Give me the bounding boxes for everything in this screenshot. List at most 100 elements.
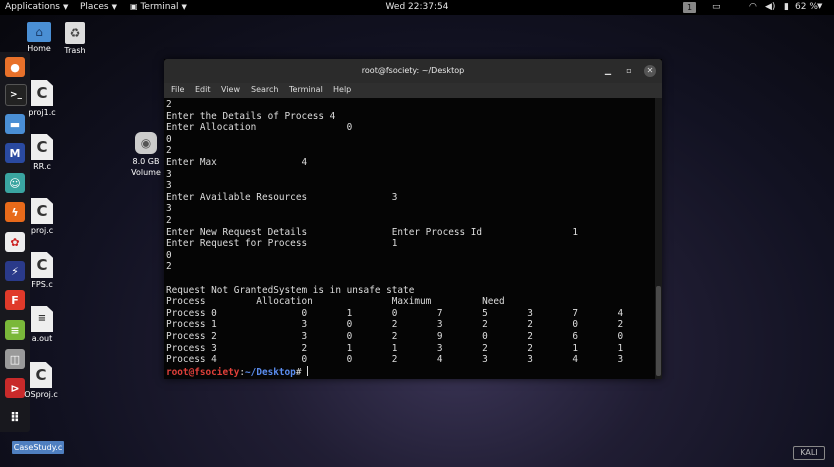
desktop-file-osproj[interactable]: C OSproj.c — [24, 362, 58, 399]
output-line: Request Not GrantedSystem is in unsafe s… — [166, 284, 415, 296]
app-icon[interactable]: ⊳ — [5, 378, 25, 398]
output-line: Enter Request for Process 1 — [166, 238, 398, 250]
output-line: Process Allocation Maximum Need — [166, 296, 505, 308]
battery-percent: 62 % — [795, 2, 818, 12]
output-line: Process 0 0 1 0 7 5 3 7 4 3 — [166, 307, 662, 319]
files-icon[interactable]: ▬ — [5, 114, 25, 134]
output-line: 0 — [166, 133, 172, 145]
trash-label: Trash — [64, 46, 86, 55]
menu-file[interactable]: File — [171, 85, 184, 94]
clock[interactable]: Wed 22:37:54 — [0, 2, 834, 12]
terminal-app-menu[interactable]: ▣ Terminal ▼ — [130, 2, 187, 12]
menu-view[interactable]: View — [221, 85, 240, 94]
home-label: Home — [27, 44, 51, 53]
terminal-window[interactable]: root@fsociety: ~/Desktop ▁ ▫ ✕ File Edit… — [164, 59, 662, 379]
beef-icon[interactable]: ⚡ — [5, 261, 25, 281]
taskbar-window-button[interactable]: CaseStudy.c — [12, 441, 64, 454]
drive-icon: ◉ — [135, 132, 157, 154]
metasploit-icon[interactable]: M — [5, 143, 25, 163]
desktop-file-proj1[interactable]: C proj1.c — [26, 80, 58, 117]
places-menu[interactable]: Places ▼ — [80, 2, 117, 12]
applications-label: Applications — [5, 2, 60, 12]
firefox-icon[interactable]: ● — [5, 57, 25, 77]
volume-label: 8.0 GB Volume — [131, 157, 161, 177]
burpsuite-icon[interactable]: ϟ — [5, 202, 25, 222]
output-line: 3 — [166, 168, 172, 180]
chevron-down-icon[interactable]: ▼ — [817, 2, 822, 10]
output-line: Enter Allocation 0 — [166, 122, 353, 134]
screen-icon[interactable]: ▭ — [712, 2, 721, 12]
maximize-icon[interactable]: ▫ — [623, 65, 635, 77]
maltego-icon[interactable]: ✿ — [5, 232, 25, 252]
c-file-icon: C — [30, 362, 52, 388]
battery-icon[interactable]: ▮ — [784, 2, 789, 12]
c-file-icon: C — [31, 198, 53, 224]
file-label: proj.c — [30, 226, 54, 235]
output-line: 2 — [166, 215, 172, 226]
output-line: Process 1 3 0 2 3 2 2 0 2 0 — [166, 319, 662, 331]
workspace-indicator[interactable]: 1 — [683, 2, 696, 13]
minimize-icon[interactable]: ▁ — [602, 65, 614, 77]
scrollbar-thumb[interactable] — [656, 286, 661, 376]
applications-menu[interactable]: Applications ▼ — [5, 2, 68, 12]
terminal-output[interactable]: 2 Enter the Details of Process 4 Enter A… — [164, 98, 662, 379]
chevron-down-icon: ▼ — [181, 3, 187, 11]
screenshot-icon[interactable]: ◫ — [5, 349, 25, 369]
notes-icon[interactable]: ≡ — [5, 320, 25, 340]
prompt-symbol: # — [295, 366, 308, 378]
menu-search[interactable]: Search — [251, 85, 278, 94]
terminal-titlebar[interactable]: root@fsociety: ~/Desktop ▁ ▫ ✕ — [164, 59, 662, 83]
menu-help[interactable]: Help — [333, 85, 351, 94]
output-line: Process 2 3 0 2 9 0 2 6 0 0 — [166, 331, 662, 342]
show-apps-icon[interactable]: ⠿ — [5, 408, 25, 428]
desktop-home[interactable]: ⌂ Home — [24, 22, 54, 53]
terminal-icon[interactable]: >_ — [5, 84, 27, 106]
c-file-icon: C — [31, 252, 53, 278]
places-label: Places — [80, 2, 109, 12]
file-label: proj1.c — [28, 108, 56, 117]
close-icon[interactable]: ✕ — [644, 65, 656, 77]
menu-terminal[interactable]: Terminal — [289, 85, 323, 94]
armitage-icon[interactable]: ☺ — [5, 173, 25, 193]
file-label: a.out — [31, 334, 53, 343]
faraday-icon[interactable]: F — [5, 290, 25, 310]
terminal-app-label: Terminal — [140, 2, 179, 12]
desktop-file-aout[interactable]: ≡ a.out — [26, 306, 58, 343]
output-line: Enter Max 4 — [166, 157, 308, 168]
output-line: 3 — [166, 203, 172, 215]
output-line: Enter Available Resources 3 — [166, 191, 398, 203]
file-label: FPS.c — [31, 280, 53, 289]
desktop-volume[interactable]: ◉ 8.0 GB Volume — [128, 132, 164, 178]
c-file-icon: C — [31, 80, 53, 106]
output-line: 2 — [166, 99, 172, 110]
desktop-trash[interactable]: ♻ Trash — [60, 22, 90, 55]
output-line: 3 — [166, 180, 172, 192]
window-title: root@fsociety: ~/Desktop — [361, 66, 465, 75]
wifi-icon[interactable]: ◠ — [749, 2, 757, 12]
top-panel: Applications ▼ Places ▼ ▣ Terminal ▼ Wed 22… — [0, 0, 834, 15]
c-file-icon: C — [31, 134, 53, 160]
kali-watermark: KALI — [793, 446, 825, 460]
chevron-down-icon: ▼ — [111, 3, 118, 11]
prompt-user: root@fsociety — [166, 366, 240, 378]
output-line: 2 — [166, 145, 172, 157]
output-line: Process 3 2 1 1 3 2 2 1 1 1 — [166, 342, 662, 354]
terminal-menubar: File Edit View Search Terminal Help — [164, 83, 662, 98]
scrollbar[interactable] — [655, 98, 662, 379]
output-line: 0 — [166, 249, 172, 261]
output-line: Enter New Request Details Enter Process … — [166, 226, 579, 238]
file-label: OSproj.c — [24, 390, 58, 399]
desktop-file-proj[interactable]: C proj.c — [26, 198, 58, 235]
desktop-file-fps[interactable]: C FPS.c — [26, 252, 58, 289]
output-line: Process 4 0 0 2 4 3 3 4 3 1 — [166, 354, 662, 366]
terminal-icon: ▣ — [130, 2, 138, 11]
file-label: RR.c — [33, 162, 51, 171]
text-cursor — [307, 365, 309, 376]
chevron-down-icon: ▼ — [62, 3, 69, 11]
menu-edit[interactable]: Edit — [195, 85, 211, 94]
binary-file-icon: ≡ — [31, 306, 53, 332]
shell-prompt[interactable]: root@fsociety:~/Desktop# — [166, 365, 309, 379]
volume-icon[interactable]: ◀) — [765, 2, 775, 12]
desktop-file-rr[interactable]: C RR.c — [26, 134, 58, 171]
prompt-path: ~/Desktop — [245, 366, 296, 378]
